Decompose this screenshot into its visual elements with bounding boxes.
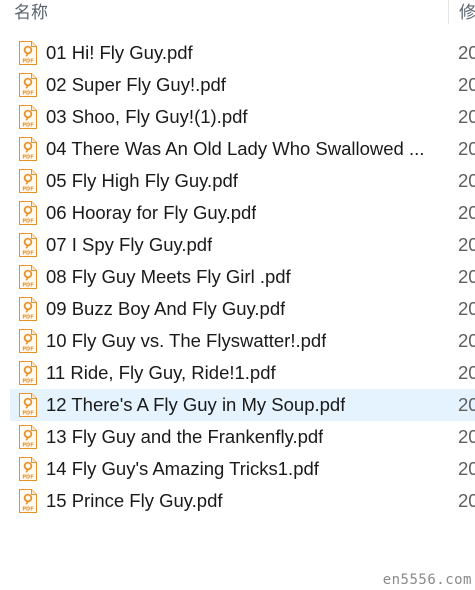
file-explorer-window: 名称 修 PDF 01 Hi! Fly Guy.pdf 20 PDF 02 Super … (0, 0, 475, 590)
file-modified-date: 20 (458, 426, 475, 447)
column-divider[interactable] (448, 0, 449, 24)
file-modified-date: 20 (458, 330, 475, 351)
file-modified-date: 20 (458, 266, 475, 287)
svg-text:PDF: PDF (22, 155, 33, 161)
pdf-file-icon: PDF (19, 329, 37, 353)
file-name[interactable]: 07 I Spy Fly Guy.pdf (46, 229, 212, 261)
svg-text:PDF: PDF (22, 347, 33, 353)
file-row[interactable]: PDF 01 Hi! Fly Guy.pdf 20 (0, 37, 475, 69)
file-modified-date: 20 (458, 202, 475, 223)
pdf-file-icon: PDF (19, 105, 37, 129)
file-modified-date: 20 (458, 170, 475, 191)
pdf-file-icon: PDF (19, 201, 37, 225)
file-modified-date: 20 (458, 394, 475, 415)
file-name[interactable]: 06 Hooray for Fly Guy.pdf (46, 197, 256, 229)
pdf-file-icon: PDF (19, 425, 37, 449)
svg-text:PDF: PDF (22, 411, 33, 417)
file-row[interactable]: PDF 11 Ride, Fly Guy, Ride!1.pdf 20 (0, 357, 475, 389)
file-modified-date: 20 (458, 234, 475, 255)
svg-text:PDF: PDF (22, 251, 33, 257)
file-name[interactable]: 12 There's A Fly Guy in My Soup.pdf (46, 389, 345, 421)
watermark: en5556.com (382, 572, 472, 588)
column-header: 名称 修 (0, 0, 475, 24)
file-list: PDF 01 Hi! Fly Guy.pdf 20 PDF 02 Super Fly G… (0, 37, 475, 517)
file-row[interactable]: PDF 09 Buzz Boy And Fly Guy.pdf 20 (0, 293, 475, 325)
svg-text:PDF: PDF (22, 379, 33, 385)
svg-text:PDF: PDF (22, 123, 33, 129)
file-name[interactable]: 11 Ride, Fly Guy, Ride!1.pdf (46, 357, 276, 389)
pdf-file-icon: PDF (19, 41, 37, 65)
svg-text:PDF: PDF (22, 59, 33, 65)
column-header-name[interactable]: 名称 (14, 0, 48, 23)
pdf-file-icon: PDF (19, 169, 37, 193)
file-row[interactable]: PDF 05 Fly High Fly Guy.pdf 20 (0, 165, 475, 197)
file-modified-date: 20 (458, 362, 475, 383)
svg-text:PDF: PDF (22, 219, 33, 225)
file-name[interactable]: 03 Shoo, Fly Guy!(1).pdf (46, 101, 248, 133)
file-row[interactable]: PDF 04 There Was An Old Lady Who Swallowe… (0, 133, 475, 165)
file-modified-date: 20 (458, 74, 475, 95)
pdf-file-icon: PDF (19, 233, 37, 257)
pdf-file-icon: PDF (19, 297, 37, 321)
pdf-file-icon: PDF (19, 393, 37, 417)
file-modified-date: 20 (458, 42, 475, 63)
file-row[interactable]: PDF 03 Shoo, Fly Guy!(1).pdf 20 (0, 101, 475, 133)
svg-text:PDF: PDF (22, 91, 33, 97)
file-modified-date: 20 (458, 490, 475, 511)
file-row[interactable]: PDF 15 Prince Fly Guy.pdf 20 (0, 485, 475, 517)
svg-text:PDF: PDF (22, 475, 33, 481)
file-row[interactable]: PDF 07 I Spy Fly Guy.pdf 20 (0, 229, 475, 261)
file-name[interactable]: 14 Fly Guy's Amazing Tricks1.pdf (46, 453, 319, 485)
file-row[interactable]: PDF 14 Fly Guy's Amazing Tricks1.pdf 20 (0, 453, 475, 485)
svg-text:PDF: PDF (22, 283, 33, 289)
svg-text:PDF: PDF (22, 443, 33, 449)
file-modified-date: 20 (458, 138, 475, 159)
pdf-file-icon: PDF (19, 73, 37, 97)
file-name[interactable]: 08 Fly Guy Meets Fly Girl .pdf (46, 261, 291, 293)
file-modified-date: 20 (458, 458, 475, 479)
file-name[interactable]: 10 Fly Guy vs. The Flyswatter!.pdf (46, 325, 326, 357)
svg-text:PDF: PDF (22, 187, 33, 193)
file-name[interactable]: 15 Prince Fly Guy.pdf (46, 485, 223, 517)
file-row[interactable]: PDF 12 There's A Fly Guy in My Soup.pdf 20 (0, 389, 475, 421)
pdf-file-icon: PDF (19, 137, 37, 161)
file-modified-date: 20 (458, 298, 475, 319)
file-modified-date: 20 (458, 106, 475, 127)
file-name[interactable]: 09 Buzz Boy And Fly Guy.pdf (46, 293, 285, 325)
svg-text:PDF: PDF (22, 315, 33, 321)
file-row[interactable]: PDF 13 Fly Guy and the Frankenfly.pdf 20 (0, 421, 475, 453)
file-row[interactable]: PDF 10 Fly Guy vs. The Flyswatter!.pdf 20 (0, 325, 475, 357)
file-row[interactable]: PDF 08 Fly Guy Meets Fly Girl .pdf 20 (0, 261, 475, 293)
file-name[interactable]: 04 There Was An Old Lady Who Swallowed .… (46, 133, 424, 165)
file-row[interactable]: PDF 06 Hooray for Fly Guy.pdf 20 (0, 197, 475, 229)
pdf-file-icon: PDF (19, 361, 37, 385)
svg-text:PDF: PDF (22, 507, 33, 513)
file-name[interactable]: 13 Fly Guy and the Frankenfly.pdf (46, 421, 323, 453)
file-name[interactable]: 05 Fly High Fly Guy.pdf (46, 165, 238, 197)
pdf-file-icon: PDF (19, 265, 37, 289)
column-header-modified[interactable]: 修 (459, 0, 475, 23)
file-row[interactable]: PDF 02 Super Fly Guy!.pdf 20 (0, 69, 475, 101)
file-name[interactable]: 02 Super Fly Guy!.pdf (46, 69, 226, 101)
pdf-file-icon: PDF (19, 457, 37, 481)
pdf-file-icon: PDF (19, 489, 37, 513)
file-name[interactable]: 01 Hi! Fly Guy.pdf (46, 37, 193, 69)
